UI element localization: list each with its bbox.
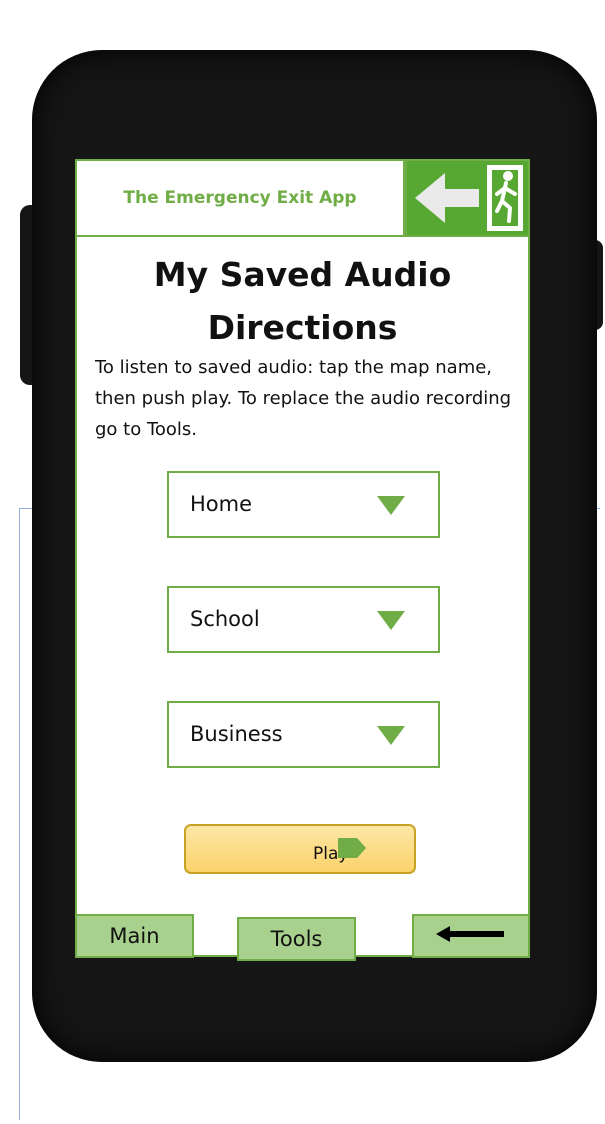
dropdown-business[interactable]: Business bbox=[167, 701, 440, 768]
page-title: My Saved Audio Directions bbox=[153, 255, 452, 347]
play-button[interactable]: Play bbox=[184, 824, 416, 874]
arrow-left-icon bbox=[436, 924, 506, 949]
main-button[interactable]: Main bbox=[75, 914, 194, 958]
connector-line-left-vertical bbox=[19, 508, 20, 1120]
app-header: The Emergency Exit App bbox=[75, 159, 405, 237]
triangle-down-icon bbox=[377, 496, 405, 515]
app-title: The Emergency Exit App bbox=[123, 188, 357, 208]
dropdown-label: Business bbox=[190, 722, 283, 746]
main-button-label: Main bbox=[109, 924, 160, 948]
tools-button[interactable]: Tools bbox=[237, 917, 356, 961]
dropdown-label: Home bbox=[190, 492, 253, 516]
dropdown-school[interactable]: School bbox=[167, 586, 440, 653]
triangle-down-icon bbox=[377, 611, 405, 630]
dropdown-label: School bbox=[190, 607, 260, 631]
dropdown-home[interactable]: Home bbox=[167, 471, 440, 538]
play-arrow-icon bbox=[337, 837, 367, 859]
back-button[interactable] bbox=[412, 914, 530, 958]
instructions-text: To listen to saved audio: tap the map na… bbox=[95, 357, 512, 440]
tools-button-label: Tools bbox=[270, 927, 323, 951]
triangle-down-icon bbox=[377, 726, 405, 745]
emergency-exit-sign-icon bbox=[405, 159, 530, 237]
